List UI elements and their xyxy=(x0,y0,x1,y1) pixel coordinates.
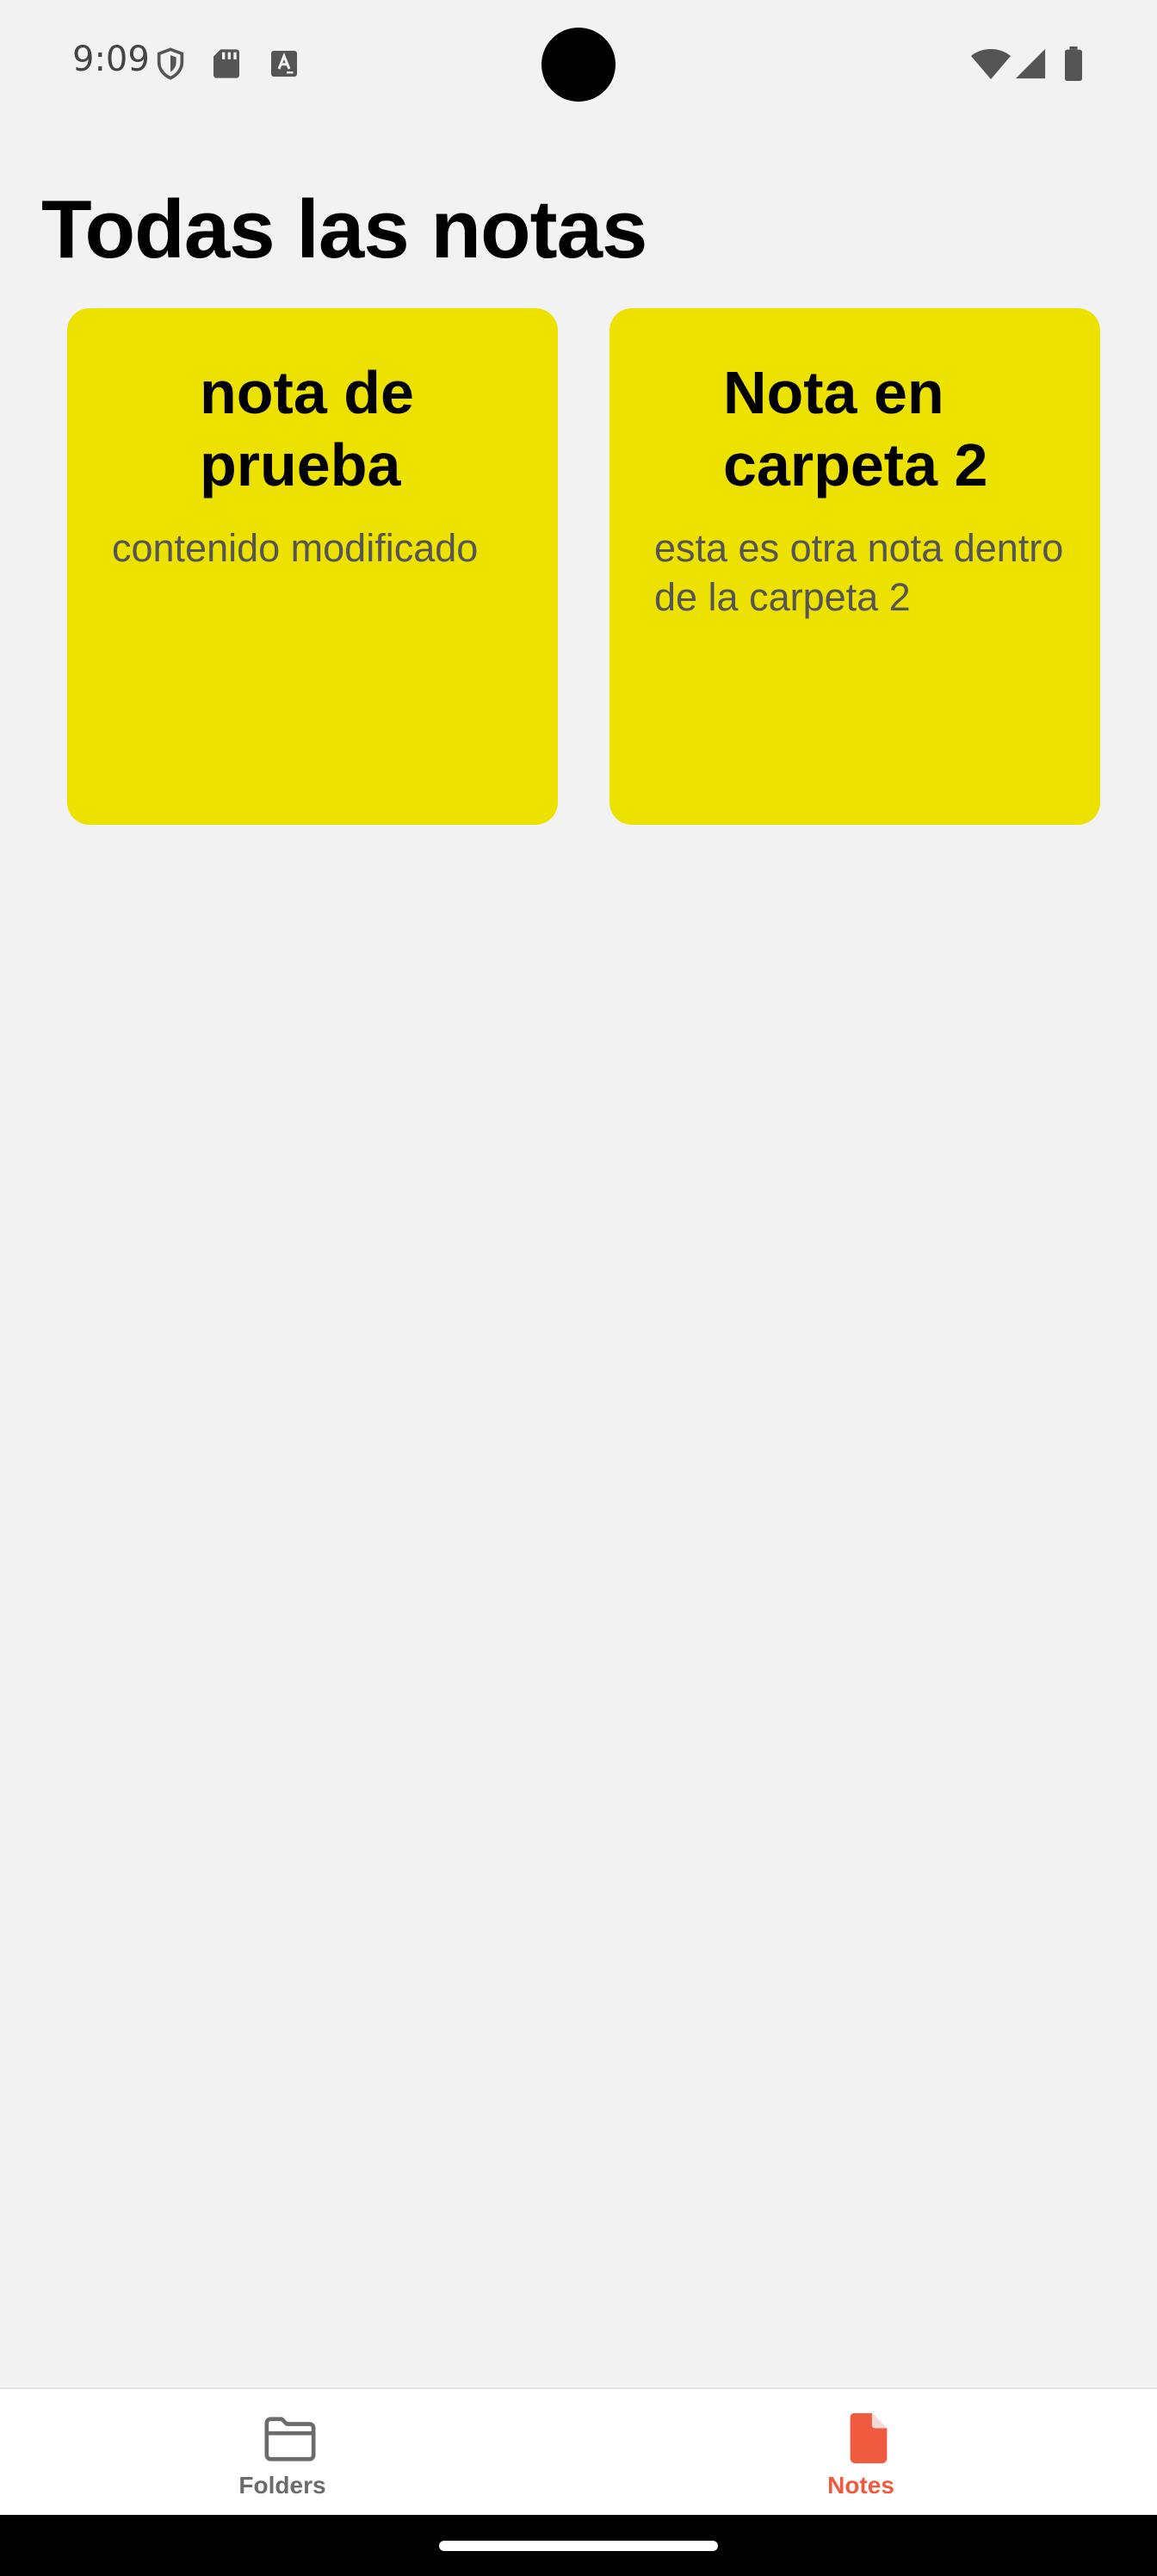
nav-item-folders[interactable]: Folders xyxy=(0,2389,578,2517)
nav-item-notes[interactable]: Notes xyxy=(578,2389,1157,2517)
shield-icon xyxy=(157,47,184,80)
folder-icon xyxy=(264,2417,316,2461)
nav-label-folders: Folders xyxy=(238,2472,326,2499)
note-content: esta es otra nota dentro de la carpeta 2 xyxy=(654,526,1064,619)
sd-card-icon xyxy=(213,49,239,78)
note-content: contenido modificado xyxy=(112,526,479,570)
note-icon xyxy=(850,2412,888,2464)
note-card[interactable]: Nota en carpeta 2 esta es otra nota dent… xyxy=(609,308,1100,825)
note-title: Nota en carpeta 2 xyxy=(723,359,988,498)
note-title: nota de prueba xyxy=(200,359,414,498)
home-gesture-handle[interactable] xyxy=(439,2541,718,2551)
keyboard-a-icon xyxy=(271,51,297,77)
nav-label-notes: Notes xyxy=(827,2472,894,2499)
note-card[interactable]: nota de prueba contenido modificado xyxy=(67,308,558,825)
front-camera-cutout xyxy=(541,28,616,102)
system-gesture-bar xyxy=(0,2515,1157,2576)
battery-icon xyxy=(1065,46,1082,81)
status-bar: 9:09 xyxy=(0,0,1157,129)
wifi-icon xyxy=(971,49,1011,79)
bottom-navigation: Folders Notes xyxy=(0,2387,1157,2517)
signal-icon xyxy=(1015,48,1046,79)
status-time: 9:09 xyxy=(72,40,150,79)
page-title: Todas las notas xyxy=(41,183,647,276)
